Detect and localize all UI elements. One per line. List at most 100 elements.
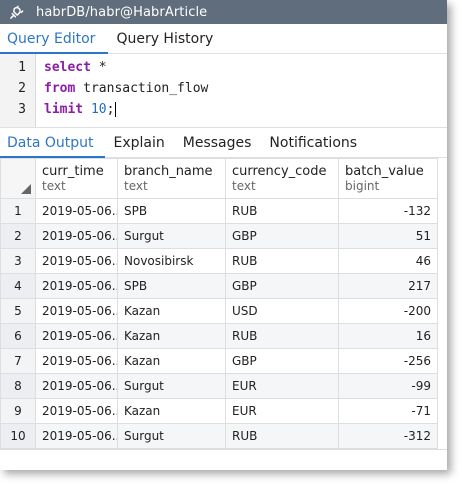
cell-currency-code[interactable]: GBP: [225, 223, 339, 249]
table-body: 1 2019-05-06... SPB RUB -132 2 2019-05-06... Su…: [0, 198, 438, 449]
cell-curr-time[interactable]: 2019-05-06...: [35, 373, 118, 399]
cell-batch-value[interactable]: -71: [338, 398, 438, 424]
cell-currency-code[interactable]: GBP: [225, 348, 339, 374]
column-header-currency-code[interactable]: currency_code text: [225, 158, 339, 199]
table-row[interactable]: 10 2019-05-06... Surgut RUB -312: [0, 423, 438, 449]
sql-keyword: from: [44, 81, 76, 96]
cell-currency-code[interactable]: RUB: [225, 423, 339, 449]
cell-branch-name[interactable]: Kazan: [117, 323, 226, 349]
header-row: curr_time text branch_name text currency_c…: [0, 158, 438, 199]
table-row[interactable]: 8 2019-05-06... Surgut EUR -99: [0, 373, 438, 399]
code-line: from transaction_flow: [44, 78, 208, 99]
row-number[interactable]: 8: [0, 373, 36, 399]
cell-batch-value[interactable]: 46: [338, 248, 438, 274]
table-row[interactable]: 3 2019-05-06... Novosibirsk RUB 46: [0, 248, 438, 274]
cell-curr-time[interactable]: 2019-05-06...: [35, 273, 118, 299]
cell-branch-name[interactable]: SPB: [117, 273, 226, 299]
code-text: ;: [106, 102, 115, 117]
table-row[interactable]: 7 2019-05-06... Kazan GBP -256: [0, 348, 438, 374]
column-header-batch-value[interactable]: batch_value bigint: [338, 158, 438, 199]
table-row[interactable]: 2 2019-05-06... Surgut GBP 51: [0, 223, 438, 249]
line-number: 1: [18, 60, 26, 75]
cell-currency-code[interactable]: EUR: [225, 398, 339, 424]
cell-batch-value[interactable]: -99: [338, 373, 438, 399]
query-tool-window: habrDB/habr@HabrArticle Query Editor Que…: [0, 0, 447, 470]
code-line: limit 10;: [44, 99, 208, 120]
row-number[interactable]: 10: [0, 423, 36, 449]
cell-curr-time[interactable]: 2019-05-06...: [35, 223, 118, 249]
code-text: transaction_flow: [75, 81, 209, 96]
cell-curr-time[interactable]: 2019-05-06...: [35, 323, 118, 349]
cell-batch-value[interactable]: -200: [338, 298, 438, 324]
sql-editor[interactable]: 1 2 3 select * from transaction_flow lim…: [0, 54, 447, 128]
tab-label: Messages: [182, 134, 252, 151]
code-area[interactable]: select * from transaction_flow limit 10;: [36, 54, 208, 127]
column-name: batch_value: [345, 164, 424, 179]
row-number[interactable]: 4: [0, 273, 36, 299]
column-name: currency_code: [232, 164, 327, 179]
row-number[interactable]: 3: [0, 248, 36, 274]
line-number-gutter: 1 2 3: [0, 54, 36, 127]
column-type: text: [232, 179, 256, 193]
cell-branch-name[interactable]: Novosibirsk: [117, 248, 226, 274]
table-row[interactable]: 6 2019-05-06... Kazan RUB 16: [0, 323, 438, 349]
cell-batch-value[interactable]: 217: [338, 273, 438, 299]
titlebar: habrDB/habr@HabrArticle: [0, 0, 447, 24]
table-row[interactable]: 9 2019-05-06... Kazan EUR -71: [0, 398, 438, 424]
tab-messages[interactable]: Messages: [174, 128, 261, 157]
cell-branch-name[interactable]: Kazan: [117, 398, 226, 424]
table-row[interactable]: 5 2019-05-06... Kazan USD -200: [0, 298, 438, 324]
cell-batch-value[interactable]: -312: [338, 423, 438, 449]
row-number[interactable]: 2: [0, 223, 36, 249]
cell-batch-value[interactable]: -256: [338, 348, 438, 374]
row-number[interactable]: 9: [0, 398, 36, 424]
tab-explain[interactable]: Explain: [105, 128, 174, 157]
cell-branch-name[interactable]: Surgut: [117, 223, 226, 249]
cell-batch-value[interactable]: 16: [338, 323, 438, 349]
cell-branch-name[interactable]: Kazan: [117, 298, 226, 324]
cell-curr-time[interactable]: 2019-05-06...: [35, 398, 118, 424]
cell-curr-time[interactable]: 2019-05-06...: [35, 348, 118, 374]
cell-currency-code[interactable]: GBP: [225, 273, 339, 299]
cell-branch-name[interactable]: Kazan: [117, 348, 226, 374]
cell-currency-code[interactable]: RUB: [225, 248, 339, 274]
cell-currency-code[interactable]: EUR: [225, 373, 339, 399]
tab-label: Notifications: [269, 134, 358, 151]
row-number[interactable]: 6: [0, 323, 36, 349]
tab-data-output[interactable]: Data Output: [0, 128, 105, 158]
column-header-branch-name[interactable]: branch_name text: [117, 158, 226, 199]
tab-notifications[interactable]: Notifications: [260, 128, 366, 157]
cell-batch-value[interactable]: -132: [338, 198, 438, 224]
cell-curr-time[interactable]: 2019-05-06...: [35, 423, 118, 449]
cell-batch-value[interactable]: 51: [338, 223, 438, 249]
column-header-curr-time[interactable]: curr_time text: [35, 158, 118, 199]
row-number[interactable]: 7: [0, 348, 36, 374]
tab-query-history[interactable]: Query History: [108, 24, 221, 53]
cell-curr-time[interactable]: 2019-05-06...: [35, 298, 118, 324]
cell-branch-name[interactable]: Surgut: [117, 423, 226, 449]
cell-currency-code[interactable]: RUB: [225, 198, 339, 224]
column-type: text: [42, 179, 66, 193]
connection-title: habrDB/habr@HabrArticle: [36, 4, 208, 20]
cell-branch-name[interactable]: Surgut: [117, 373, 226, 399]
tab-query-editor[interactable]: Query Editor: [0, 24, 109, 54]
table-row[interactable]: 1 2019-05-06... SPB RUB -132: [0, 198, 438, 224]
sql-number: 10: [90, 102, 107, 117]
tab-label: Query History: [116, 30, 214, 47]
column-name: branch_name: [124, 164, 213, 179]
column-type: bigint: [345, 179, 380, 193]
column-name: curr_time: [42, 164, 104, 179]
cell-currency-code[interactable]: RUB: [225, 323, 339, 349]
code-text: *: [90, 60, 107, 75]
tab-label: Data Output: [7, 134, 94, 151]
cell-curr-time[interactable]: 2019-05-06...: [35, 248, 118, 274]
cell-curr-time[interactable]: 2019-05-06...: [35, 198, 118, 224]
code-line: select *: [44, 57, 208, 78]
row-number[interactable]: 1: [0, 198, 36, 224]
cell-branch-name[interactable]: SPB: [117, 198, 226, 224]
cell-currency-code[interactable]: USD: [225, 298, 339, 324]
table-row[interactable]: 4 2019-05-06... SPB GBP 217: [0, 273, 438, 299]
select-all-corner[interactable]: [0, 158, 36, 199]
row-number[interactable]: 5: [0, 298, 36, 324]
data-output-grid: curr_time text branch_name text currency_c…: [0, 158, 447, 470]
